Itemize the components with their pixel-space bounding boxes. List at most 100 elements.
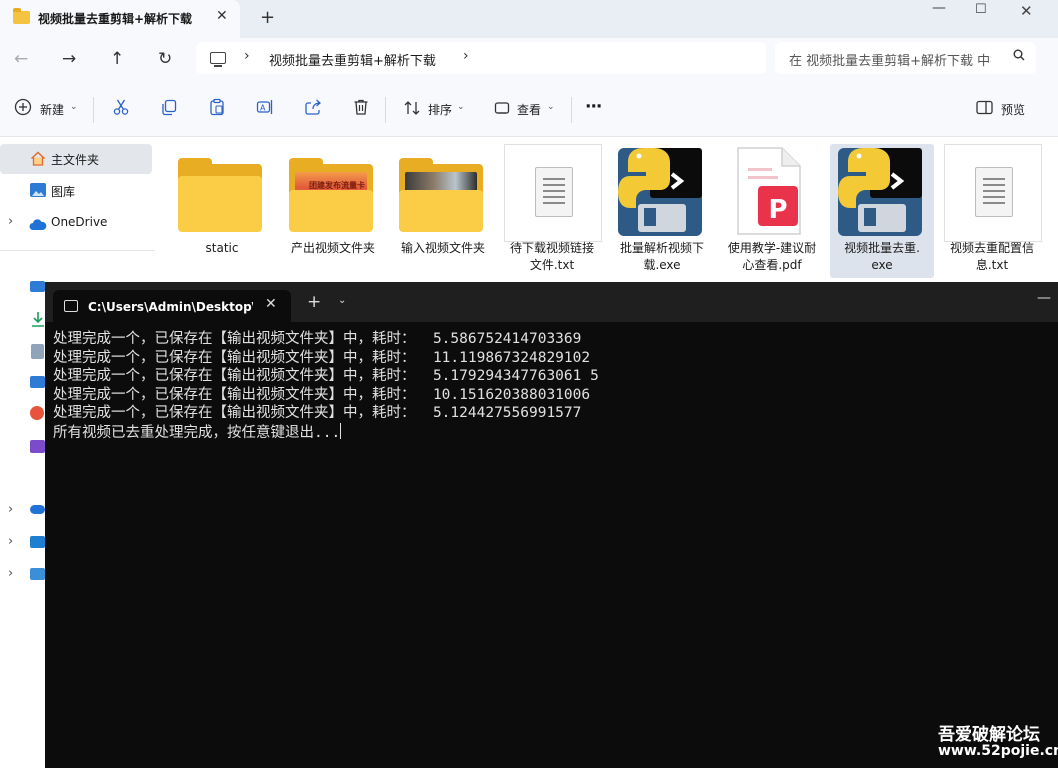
view-icon[interactable] xyxy=(494,100,510,120)
terminal-tab-title: C:\Users\Admin\Desktop\视频 xyxy=(88,300,253,314)
list-item[interactable]: 视频去重配置信 息.txt xyxy=(940,144,1044,278)
chevron-down-icon[interactable]: ⌄ xyxy=(457,102,465,112)
back-button[interactable]: ← xyxy=(14,49,28,69)
pictures-icon[interactable] xyxy=(30,376,45,388)
home-icon xyxy=(30,151,46,170)
breadcrumb[interactable]: 视频批量去重剪辑+解析下载 xyxy=(269,50,436,69)
list-item[interactable]: P 使用教学-建议耐 心查看.pdf xyxy=(720,144,824,278)
chevron-right-icon[interactable]: › xyxy=(8,502,13,517)
python-exe-icon xyxy=(614,144,710,244)
chevron-right-icon[interactable]: › xyxy=(8,534,13,549)
search-input[interactable]: 在 视频批量去重剪辑+解析下载 中搜索 xyxy=(775,42,1036,74)
downloads-icon[interactable] xyxy=(31,311,45,331)
list-item[interactable]: 输入视频文件夹 xyxy=(391,144,495,278)
share-button[interactable] xyxy=(304,98,322,120)
scissors-icon xyxy=(113,99,129,115)
cloud-icon xyxy=(29,216,47,235)
terminal-tab[interactable]: C:\Users\Admin\Desktop\视频 ✕ xyxy=(53,290,291,322)
close-tab-button[interactable]: ✕ xyxy=(265,296,277,312)
file-name: 批量解析视频下 xyxy=(619,241,704,255)
explorer-tab[interactable]: 视频批量去重剪辑+解析下载 ✕ xyxy=(0,0,240,38)
list-item[interactable]: static xyxy=(170,144,274,278)
list-item[interactable]: 视频批量去重. exe xyxy=(830,144,934,278)
address-bar-row: ← → ↑ ↻ › 视频批量去重剪辑+解析下载 › 在 视频批量去重剪辑+解析下… xyxy=(0,38,1058,82)
chevron-right-icon[interactable]: › xyxy=(8,566,13,581)
terminal-tab-bar: C:\Users\Admin\Desktop\视频 ✕ + ⌄ — xyxy=(45,282,1058,322)
more-button[interactable]: ··· xyxy=(585,97,602,117)
sidebar-item-onedrive[interactable]: › OneDrive xyxy=(0,209,152,237)
file-name: static xyxy=(205,241,239,255)
cloud-icon[interactable] xyxy=(30,505,45,514)
copy-icon xyxy=(162,99,177,116)
sidebar-item-label: 图库 xyxy=(51,185,76,199)
copy-button[interactable] xyxy=(160,98,178,120)
list-item[interactable]: 批量解析视频下 载.exe xyxy=(610,144,714,278)
sort-icon[interactable] xyxy=(403,99,421,121)
preview-button[interactable]: 预览 xyxy=(1001,101,1025,118)
file-name: 视频批量去重. xyxy=(844,241,920,255)
explorer-tab-bar: 视频批量去重剪辑+解析下载 ✕ + — ☐ ✕ xyxy=(0,0,1058,38)
sort-button[interactable]: 排序 xyxy=(428,101,452,118)
search-icon xyxy=(1013,49,1025,65)
file-name: 使用教学-建议耐 xyxy=(727,241,817,255)
chevron-down-icon[interactable]: ⌄ xyxy=(547,102,555,112)
list-item[interactable]: 待下载视频链接 文件.txt xyxy=(500,144,604,278)
file-name: 息.txt xyxy=(975,258,1009,272)
folder-icon: 团建发布流量卡 xyxy=(281,152,385,242)
terminal-line: 处理完成一个，已保存在【输出视频文件夹】中，耗时： 5.124427556991… xyxy=(53,405,582,422)
address-input[interactable]: › 视频批量去重剪辑+解析下载 › xyxy=(196,42,766,74)
new-tab-button[interactable]: + xyxy=(307,292,321,312)
watermark-title: 吾爱破解论坛 xyxy=(938,725,1040,745)
rename-button[interactable]: A xyxy=(256,98,274,120)
cut-button[interactable] xyxy=(112,98,130,120)
terminal-window[interactable]: C:\Users\Admin\Desktop\视频 ✕ + ⌄ — 处理完成一个… xyxy=(45,282,1058,768)
explorer-tab-title: 视频批量去重剪辑+解析下载 xyxy=(38,12,193,26)
rename-icon: A xyxy=(256,100,273,114)
file-name: 文件.txt xyxy=(529,258,575,272)
videos-icon[interactable] xyxy=(30,440,45,453)
svg-text:A: A xyxy=(260,104,266,113)
clipboard-icon xyxy=(210,98,224,116)
folder-icon xyxy=(170,152,274,242)
documents-icon[interactable] xyxy=(31,344,44,359)
new-tab-button[interactable]: + xyxy=(260,7,275,28)
new-button-label[interactable]: 新建 xyxy=(40,101,64,118)
text-file-icon xyxy=(504,144,602,242)
preview-pane-icon[interactable] xyxy=(976,100,993,119)
desktop-icon[interactable] xyxy=(30,281,45,292)
minimize-button[interactable]: — xyxy=(1037,290,1051,306)
sidebar-item-gallery[interactable]: 图库 xyxy=(0,177,152,205)
svg-text:P: P xyxy=(768,195,787,225)
trash-icon xyxy=(354,99,368,115)
paste-button[interactable] xyxy=(208,98,226,120)
terminal-line: 处理完成一个，已保存在【输出视频文件夹】中，耗时： 5.179294347763… xyxy=(53,368,599,385)
forward-button[interactable]: → xyxy=(62,49,76,69)
view-button[interactable]: 查看 xyxy=(517,101,541,118)
close-window-button[interactable]: ✕ xyxy=(1020,2,1033,20)
chevron-down-icon[interactable]: ⌄ xyxy=(70,102,78,112)
terminal-output[interactable]: 处理完成一个，已保存在【输出视频文件夹】中，耗时： 5.586752414703… xyxy=(53,330,599,443)
new-button[interactable] xyxy=(14,98,32,116)
chevron-right-icon[interactable]: › xyxy=(8,214,13,229)
sidebar-item-home[interactable]: 主文件夹 xyxy=(0,144,152,174)
python-exe-icon xyxy=(834,144,930,244)
network-icon[interactable] xyxy=(30,568,45,580)
minimize-button[interactable]: — xyxy=(932,0,946,16)
refresh-button[interactable]: ↻ xyxy=(158,49,172,69)
pdf-file-icon: P xyxy=(734,146,804,242)
music-icon[interactable] xyxy=(30,406,44,420)
folder-icon xyxy=(391,152,495,242)
chevron-right-icon[interactable]: › xyxy=(463,48,469,64)
maximize-button[interactable]: ☐ xyxy=(975,2,987,17)
file-name: 输入视频文件夹 xyxy=(400,241,485,255)
file-name: 载.exe xyxy=(643,258,681,272)
up-button[interactable]: ↑ xyxy=(110,49,124,69)
delete-button[interactable] xyxy=(352,98,370,120)
chevron-right-icon[interactable]: › xyxy=(244,48,250,64)
this-pc-icon[interactable] xyxy=(30,536,45,548)
close-tab-button[interactable]: ✕ xyxy=(216,8,228,24)
search-placeholder: 在 视频批量去重剪辑+解析下载 中搜索 xyxy=(789,54,991,69)
file-name: exe xyxy=(871,258,893,272)
list-item[interactable]: 团建发布流量卡 产出视频文件夹 xyxy=(281,144,385,278)
chevron-down-icon[interactable]: ⌄ xyxy=(338,295,346,306)
